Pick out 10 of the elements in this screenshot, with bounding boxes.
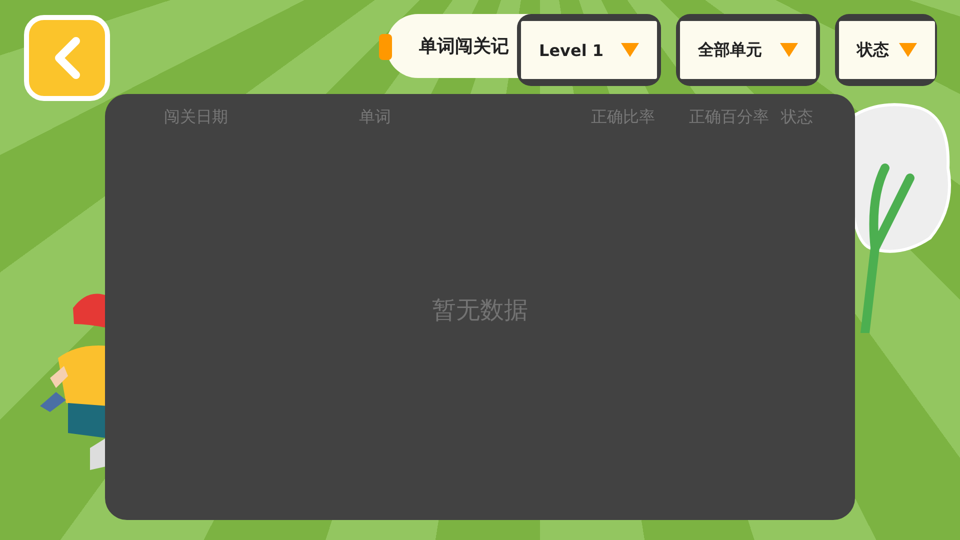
filter-dropdown[interactable]: 全部单元 <box>676 14 820 86</box>
caret-icon <box>780 43 798 57</box>
caret-icon <box>899 43 917 57</box>
chevron-left-icon <box>52 36 82 80</box>
filter-dropdown[interactable]: Level 1 <box>517 14 661 86</box>
caret-icon <box>621 43 639 57</box>
filter-dropdown[interactable]: 状态 <box>835 14 937 86</box>
title-marker <box>379 34 392 60</box>
back-button[interactable] <box>24 15 110 101</box>
page-title: 单词闯关记 <box>419 35 509 58</box>
